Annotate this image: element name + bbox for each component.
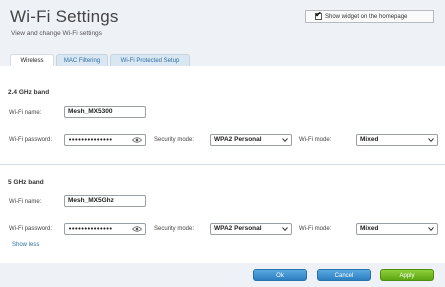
band-5-mode-select[interactable]: Mixed [356, 223, 438, 235]
band-24-mode-value: Mixed [360, 136, 379, 143]
band-24-mode-select[interactable]: Mixed [356, 134, 438, 146]
band-5-name-label: Wi-Fi name: [9, 199, 42, 205]
band-24-security-select[interactable]: WPA2 Personal [210, 134, 292, 146]
band-24-password-label: Wi-Fi password: [9, 137, 53, 143]
band-5-password-input[interactable]: •••••••••••••• [64, 223, 146, 235]
band-24-mode-label: Wi-Fi mode: [299, 137, 332, 143]
eye-icon[interactable] [132, 226, 142, 232]
band-24-password-value: •••••••••••••• [68, 136, 113, 144]
band-5-security-label: Security mode: [154, 226, 195, 232]
band-5-security-select[interactable]: WPA2 Personal [210, 223, 292, 235]
page-subtitle: View and change Wi-Fi settings [11, 30, 102, 37]
tab-wireless[interactable]: Wireless [10, 54, 54, 66]
band-5-mode-label: Wi-Fi mode: [299, 226, 332, 232]
page-title: Wi-Fi Settings [10, 7, 119, 26]
chevron-down-icon [282, 227, 288, 231]
band-24-name-label: Wi-Fi name: [9, 110, 42, 116]
chevron-down-icon [282, 138, 288, 142]
show-widget-option[interactable]: ✔ Show widget on the homepage [305, 10, 434, 23]
tab-bar: Wireless MAC Filtering Wi-Fi Protected S… [10, 54, 445, 66]
section-divider [0, 164, 445, 165]
chevron-down-icon [428, 138, 434, 142]
band-5-password-value: •••••••••••••• [68, 225, 113, 233]
show-widget-checkbox[interactable]: ✔ [315, 10, 322, 20]
ok-button[interactable]: Ok [253, 269, 307, 281]
band-5-title: 5 GHz band [8, 179, 44, 186]
band-5-password-label: Wi-Fi password: [9, 226, 53, 232]
chevron-down-icon [428, 227, 434, 231]
band-24-password-input[interactable]: •••••••••••••• [64, 134, 146, 146]
eye-icon[interactable] [132, 137, 142, 143]
show-widget-label: Show widget on the homepage [325, 13, 408, 20]
page-header: Wi-Fi Settings View and change Wi-Fi set… [0, 0, 445, 44]
band-24-name-input[interactable]: Mesh_MX5300 [64, 106, 146, 118]
band-24-security-value: WPA2 Personal [214, 136, 262, 143]
band-24-title: 2.4 GHz band [8, 89, 50, 96]
show-less-link[interactable]: Show less [12, 242, 39, 248]
tab-wifi-protected-setup[interactable]: Wi-Fi Protected Setup [110, 54, 190, 66]
band-24-security-label: Security mode: [154, 137, 195, 143]
band-5-security-value: WPA2 Personal [214, 225, 262, 232]
checkmark-icon: ✔ [315, 10, 322, 19]
band-5-name-input[interactable]: Mesh_MX5Ghz [64, 195, 146, 207]
tab-mac-filtering[interactable]: MAC Filtering [56, 54, 108, 66]
footer-bar: Ok Cancel Apply [0, 263, 445, 287]
band-5-mode-value: Mixed [360, 225, 379, 232]
apply-button[interactable]: Apply [380, 269, 434, 281]
cancel-button[interactable]: Cancel [317, 269, 371, 281]
